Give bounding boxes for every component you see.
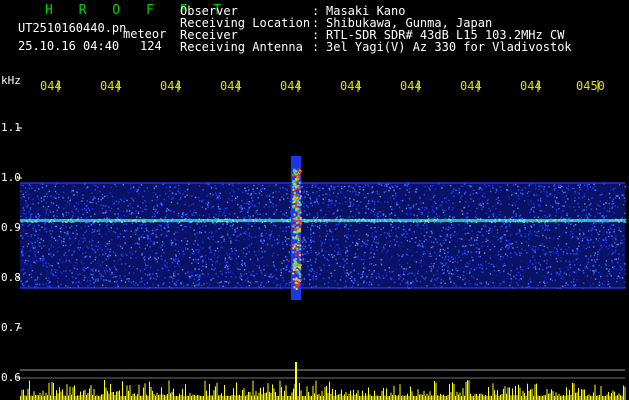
- x-tick-label: 044: [460, 79, 482, 93]
- y-tick-label: 0.7: [1, 321, 21, 334]
- x-tick-label: 044: [400, 79, 422, 93]
- x-tick-label: 044: [340, 79, 362, 93]
- y-tick-label: 1.1: [1, 121, 21, 134]
- y-tick-label: 0.9: [1, 221, 21, 234]
- x-tick-label: 044: [520, 79, 542, 93]
- y-tick-label: 1.0: [1, 171, 21, 184]
- power-bars: [20, 362, 626, 400]
- meteor-power-spike: [295, 362, 297, 400]
- noise-band: [20, 183, 625, 288]
- x-tick-label: 044: [220, 79, 242, 93]
- x-tick-label: 044: [280, 79, 302, 93]
- y-axis-label: kHz: [1, 74, 21, 87]
- x-tick-label: 044: [100, 79, 122, 93]
- meteor-echo: [291, 156, 302, 300]
- x-tick-label: 044: [40, 79, 62, 93]
- y-tick-label: 0.8: [1, 271, 21, 284]
- spectrogram: [17, 80, 627, 400]
- x-tick-label: 044: [160, 79, 182, 93]
- x-tick-label: 0450: [576, 79, 605, 93]
- y-tick-label: 0.6: [1, 371, 21, 384]
